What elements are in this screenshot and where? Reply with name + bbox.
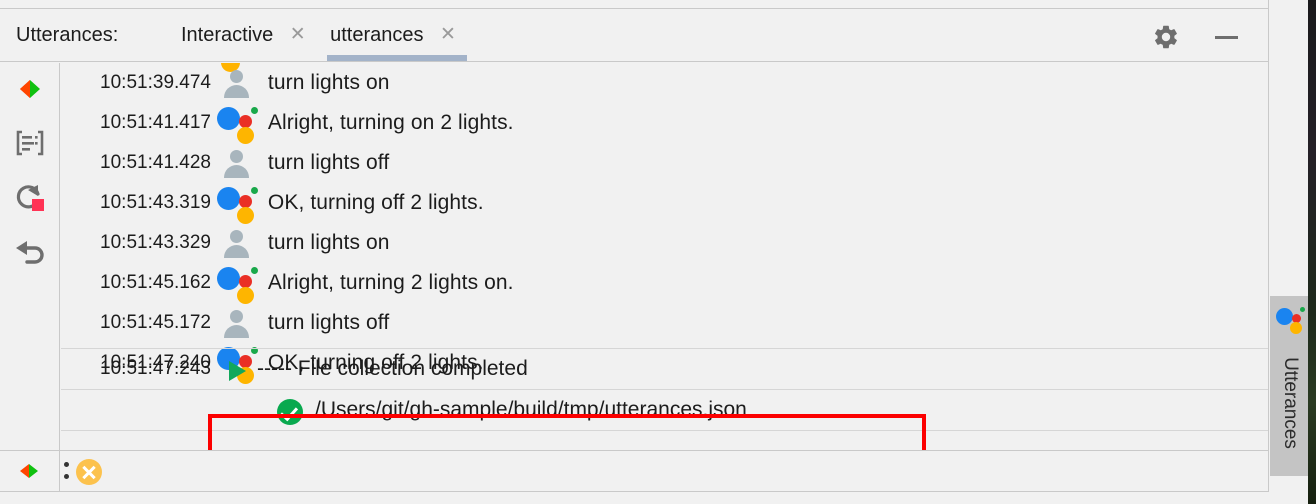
log-row[interactable]: 10:51:41.417 Alright, turning on 2 light… (61, 103, 1268, 144)
soft-wrap-icon[interactable] (12, 125, 48, 161)
outer-bottom-bar (0, 492, 1316, 504)
success-check-icon (277, 399, 303, 425)
assistant-icon (1276, 306, 1305, 334)
utterances-tool-window: Utterances: Interactive ✕ utterances ✕ 1… (0, 0, 1316, 504)
assistant-icon (215, 183, 263, 224)
row-message: Alright, turning on 2 lights. (267, 111, 514, 134)
close-icon[interactable]: ✕ (290, 24, 306, 45)
row-timestamp: 10:51:43.329 (100, 232, 211, 253)
page-title: Utterances: (16, 24, 119, 46)
rerun-icon[interactable] (16, 461, 44, 481)
row-timestamp: 10:51:41.428 (100, 152, 211, 173)
user-avatar-icon (215, 143, 263, 183)
file-path-label[interactable]: /Users/git/gh-sample/build/tmp/utterance… (315, 390, 747, 430)
assistant-icon (215, 263, 263, 304)
result-bottom-separator (61, 430, 1268, 451)
tab-bar: Interactive ✕ utterances ✕ (175, 9, 470, 63)
status-strip (0, 450, 1268, 492)
close-icon[interactable]: ✕ (440, 24, 456, 45)
left-toolbar (0, 63, 60, 450)
log-row[interactable]: 10:51:45.172 turn lights off (61, 303, 1268, 343)
row-timestamp: 10:51:43.319 (100, 192, 211, 213)
tool-window-body: Utterances: Interactive ✕ utterances ✕ 1… (0, 0, 1268, 504)
play-icon (229, 361, 246, 381)
row-message: turn lights on (267, 71, 390, 94)
file-collection-row[interactable]: 10:51:47.243 ----- File collection compl… (61, 348, 1268, 389)
minimize-icon[interactable] (1212, 23, 1240, 51)
log-row[interactable]: 10:51:43.329 turn lights on (61, 223, 1268, 263)
tab-utterances-label: utterances (330, 24, 424, 46)
user-avatar-icon (215, 223, 263, 263)
tab-interactive[interactable]: Interactive ✕ (175, 9, 320, 63)
row-message: turn lights on (267, 231, 390, 254)
row-timestamp: 10:51:39.474 (100, 72, 211, 93)
tool-window-header: Utterances: Interactive ✕ utterances ✕ (0, 8, 1268, 62)
gear-icon[interactable] (1152, 23, 1180, 51)
right-tool-strip: Utterances (1268, 0, 1308, 504)
row-message: OK, turning off 2 lights. (267, 191, 484, 214)
row-timestamp: 10:51:47.243 (100, 358, 211, 379)
user-avatar-icon (215, 63, 263, 103)
user-avatar-icon (215, 303, 263, 343)
undo-icon[interactable] (12, 233, 48, 269)
log-row[interactable]: 10:51:41.428 turn lights off (61, 143, 1268, 183)
row-timestamp: 10:51:45.162 (100, 272, 211, 293)
file-collection-label: ----- File collection completed (257, 357, 528, 380)
log-row[interactable]: 10:51:39.474 turn lights on (61, 63, 1268, 103)
row-timestamp: 10:51:45.172 (100, 312, 211, 333)
assistant-icon (215, 103, 263, 144)
log-row[interactable]: 10:51:45.162 Alright, turning 2 lights o… (61, 263, 1268, 304)
row-message: turn lights off (267, 151, 390, 174)
file-path-row[interactable]: /Users/git/gh-sample/build/tmp/utterance… (61, 389, 1268, 430)
side-tab-utterances[interactable]: Utterances (1270, 296, 1308, 476)
result-block: 10:51:47.243 ----- File collection compl… (61, 348, 1268, 450)
tab-interactive-label: Interactive (181, 24, 274, 46)
row-message: Alright, turning 2 lights on. (267, 271, 514, 294)
status-left-cell (0, 451, 60, 491)
more-options-icon[interactable] (64, 459, 70, 483)
log-row[interactable]: 10:51:43.319 OK, turning off 2 lights. (61, 183, 1268, 224)
row-timestamp: 10:51:41.417 (100, 112, 211, 133)
rerun-stop-icon[interactable] (12, 179, 48, 215)
desktop-background-edge (1308, 0, 1316, 504)
tab-utterances[interactable]: utterances ✕ (324, 9, 470, 63)
step-navigate-icon[interactable] (12, 71, 48, 107)
side-tab-label: Utterances (1280, 357, 1301, 449)
minimize-dash (1215, 36, 1238, 39)
row-message: turn lights off (267, 311, 390, 334)
warning-icon[interactable] (76, 459, 102, 485)
